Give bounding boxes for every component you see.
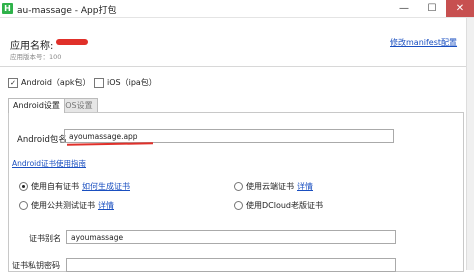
package-name-label: Android包名: [17, 135, 67, 145]
radio-dcloud-legacy-certificate[interactable]: [234, 201, 243, 210]
red-annotation-underline: [66, 142, 154, 146]
dcloud-legacy-certificate-text: 使用DCloud老版证书: [246, 201, 324, 210]
radio-public-test-certificate-label: 使用公共测试证书 详情: [31, 200, 114, 211]
window-title: au-massage - App打包: [17, 6, 117, 16]
android-checkbox-label: Android（apk包）: [21, 78, 91, 87]
certificate-alias-label: 证书别名: [29, 234, 61, 243]
hbuilder-app-icon: H: [2, 3, 13, 14]
app-name-label: 应用名称:: [10, 41, 54, 52]
android-checkbox[interactable]: ✓: [8, 78, 18, 88]
header-divider: [0, 66, 466, 67]
own-certificate-text: 使用自有证书: [31, 182, 79, 191]
maximize-button[interactable]: ☐: [418, 0, 446, 17]
close-button[interactable]: ✕: [446, 0, 474, 17]
app-name-redaction: [56, 39, 88, 45]
radio-cloud-certificate[interactable]: [234, 182, 243, 191]
vertical-scrollbar[interactable]: [466, 18, 474, 270]
package-name-input[interactable]: ayoumassage.app: [64, 129, 394, 143]
key-password-label: 证书私钥密码: [12, 261, 60, 270]
certificate-alias-input[interactable]: ayoumassage: [66, 230, 396, 244]
public-cert-details-link[interactable]: 详情: [98, 201, 114, 210]
public-test-certificate-text: 使用公共测试证书: [31, 201, 95, 210]
radio-own-certificate-label: 使用自有证书 如何生成证书: [31, 181, 130, 192]
minimize-button[interactable]: —: [390, 0, 418, 17]
radio-cloud-certificate-label: 使用云端证书 详情: [246, 181, 313, 192]
android-settings-panel: Android包名 ayoumassage.app Android证书使用指南 …: [8, 112, 464, 272]
manifest-config-link[interactable]: 修改manifest配置: [390, 37, 457, 48]
cloud-cert-details-link[interactable]: 详情: [297, 182, 313, 191]
ios-checkbox[interactable]: [94, 78, 104, 88]
how-to-generate-cert-link[interactable]: 如何生成证书: [82, 182, 130, 191]
tab-android-settings[interactable]: Android设置: [8, 98, 65, 113]
app-info-header: 应用名称: 应用版本号：100 修改manifest配置: [0, 18, 474, 66]
radio-own-certificate[interactable]: [19, 182, 28, 191]
certificate-guide-link[interactable]: Android证书使用指南: [12, 158, 86, 169]
app-version-label: 应用版本号：100: [10, 53, 62, 61]
radio-dcloud-legacy-certificate-label: 使用DCloud老版证书: [246, 200, 323, 211]
window-titlebar: H au-massage - App打包 — ☐ ✕: [0, 0, 474, 18]
ios-checkbox-label: iOS（ipa包）: [107, 78, 157, 87]
cloud-certificate-text: 使用云端证书: [246, 182, 294, 191]
radio-public-test-certificate[interactable]: [19, 201, 28, 210]
